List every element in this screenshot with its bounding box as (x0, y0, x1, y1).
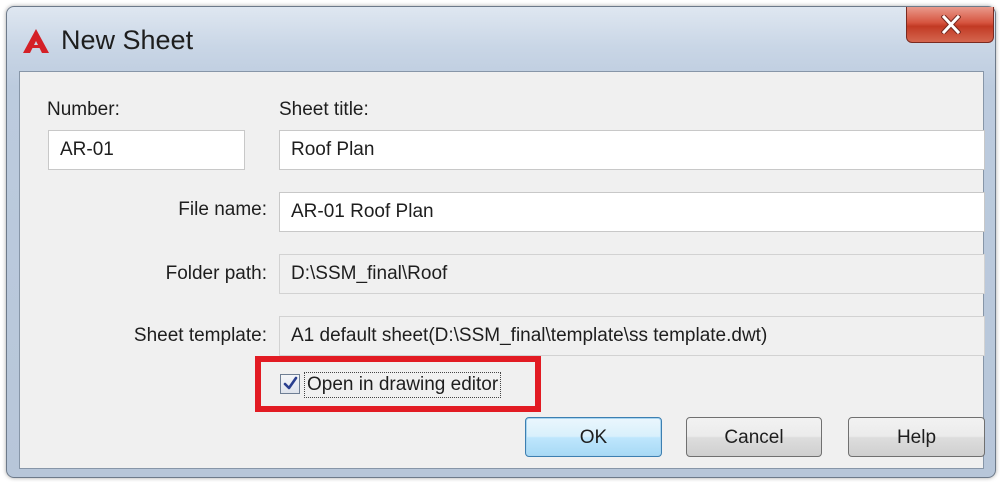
file-name-input[interactable]: AR-01 Roof Plan (279, 192, 985, 232)
sheet-title-input[interactable]: Roof Plan (279, 130, 985, 170)
new-sheet-dialog: New Sheet Number: AR-01 Sheet title: Roo… (6, 6, 996, 478)
cancel-button[interactable]: Cancel (686, 417, 822, 457)
close-icon (941, 15, 961, 34)
title-bar[interactable]: New Sheet (7, 7, 995, 71)
number-label: Number: (47, 99, 120, 120)
open-in-editor-label[interactable]: Open in drawing editor (304, 372, 502, 398)
sheet-template-field: A1 default sheet(D:\SSM_final\template\s… (279, 316, 985, 356)
sheet-template-label: Sheet template: (133, 325, 267, 346)
checkmark-icon (283, 376, 298, 390)
dialog-body: Number: AR-01 Sheet title: Roof Plan Fil… (19, 71, 985, 469)
folder-path-label: Folder path: (165, 263, 267, 284)
number-input[interactable]: AR-01 (48, 130, 245, 170)
dialog-title: New Sheet (61, 25, 194, 55)
help-button[interactable]: Help (848, 417, 985, 457)
sheet-title-label: Sheet title: (279, 99, 369, 120)
close-button[interactable] (906, 7, 994, 43)
ok-button[interactable]: OK (525, 417, 662, 457)
open-in-editor-checkbox[interactable] (280, 374, 300, 394)
folder-path-field: D:\SSM_final\Roof (279, 254, 985, 294)
autocad-app-icon (23, 29, 49, 53)
file-name-label: File name: (178, 199, 267, 220)
